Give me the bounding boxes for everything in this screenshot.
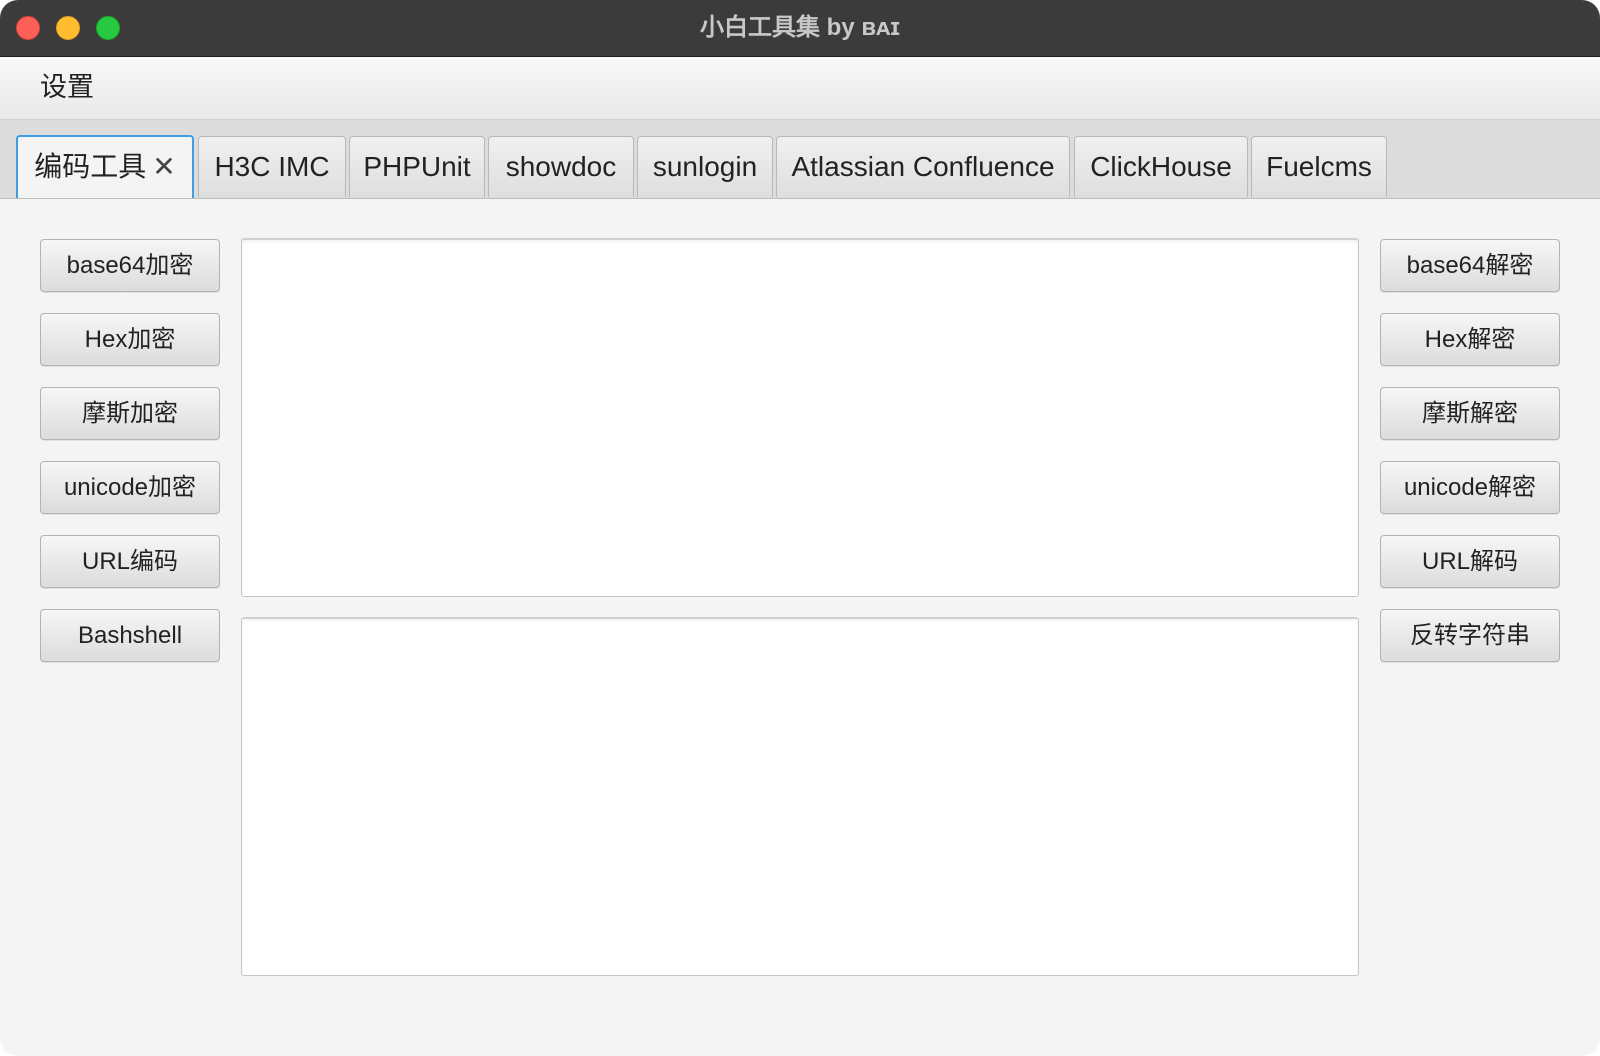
output-textarea[interactable] (241, 617, 1359, 976)
menu-settings[interactable]: 设置 (40, 67, 94, 107)
base64-encode-button[interactable]: base64加密 (40, 239, 220, 292)
hex-decode-button[interactable]: Hex解密 (1380, 313, 1560, 366)
tab-label: H3C IMC (214, 151, 330, 182)
hex-encode-button[interactable]: Hex加密 (40, 313, 220, 366)
menu-bar: 设置 (0, 57, 1600, 120)
tab-atlassian-confluence[interactable]: Atlassian Confluence (776, 136, 1070, 197)
app-window: 小白工具集 by ʙᴀɪ 设置 编码工具 ✕ H3C IMC PHPUnit sh… (0, 0, 1600, 1056)
tab-h3c-imc[interactable]: H3C IMC (198, 136, 346, 197)
morse-encode-button[interactable]: 摩斯加密 (40, 387, 220, 440)
reverse-string-button[interactable]: 反转字符串 (1380, 609, 1560, 662)
tab-phpunit[interactable]: PHPUnit (349, 136, 485, 197)
tab-label: showdoc (505, 151, 617, 182)
input-textarea[interactable] (241, 238, 1359, 597)
title-bar[interactable]: 小白工具集 by ʙᴀɪ (0, 0, 1600, 57)
tab-label: sunlogin (652, 151, 758, 182)
tab-label: Atlassian Confluence (791, 151, 1055, 182)
morse-decode-button[interactable]: 摩斯解密 (1380, 387, 1560, 440)
bashshell-button[interactable]: Bashshell (40, 609, 220, 662)
window-title: 小白工具集 by ʙᴀɪ (700, 14, 900, 41)
url-encode-button[interactable]: URL编码 (40, 535, 220, 588)
tab-clickhouse[interactable]: ClickHouse (1074, 136, 1248, 197)
tab-sunlogin[interactable]: sunlogin (637, 136, 773, 197)
tab-label: PHPUnit (363, 151, 471, 182)
tab-label: 编码工具 (34, 151, 147, 182)
unicode-decode-button[interactable]: unicode解密 (1380, 461, 1560, 514)
tab-close-icon[interactable]: ✕ (152, 137, 175, 197)
tab-fuelcms[interactable]: Fuelcms (1251, 136, 1387, 197)
tab-encoding-tools[interactable]: 编码工具 ✕ (16, 135, 194, 198)
tab-label: ClickHouse (1090, 151, 1232, 182)
base64-decode-button[interactable]: base64解密 (1380, 239, 1560, 292)
unicode-encode-button[interactable]: unicode加密 (40, 461, 220, 514)
tab-label: Fuelcms (1266, 151, 1372, 182)
tab-showdoc[interactable]: showdoc (488, 136, 634, 197)
url-decode-button[interactable]: URL解码 (1380, 535, 1560, 588)
tab-bar: 编码工具 ✕ H3C IMC PHPUnit showdoc sunlogin A… (0, 120, 1600, 199)
